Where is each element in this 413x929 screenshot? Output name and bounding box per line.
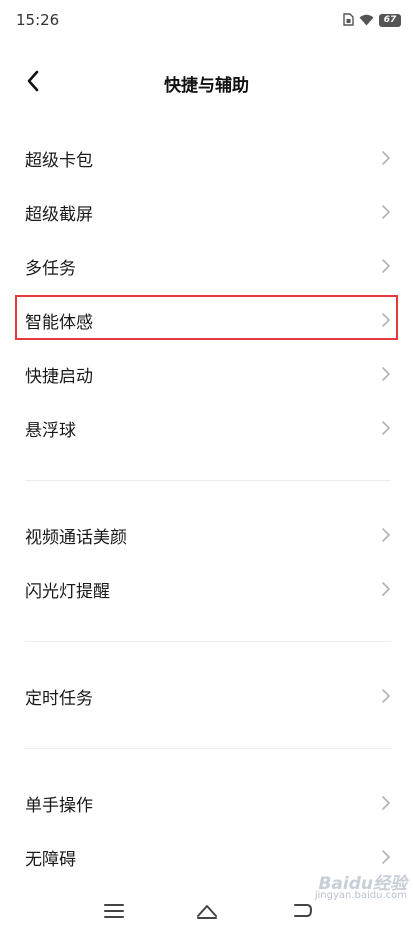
settings-row-floating-ball[interactable]: 悬浮球	[0, 401, 413, 455]
row-label: 单手操作	[25, 796, 93, 816]
home-button[interactable]	[194, 900, 220, 922]
chevron-right-icon	[382, 689, 390, 703]
back-icon	[294, 904, 313, 917]
chevron-right-icon	[382, 259, 390, 273]
settings-row-flash-reminder[interactable]: 闪光灯提醒	[0, 562, 413, 616]
status-icons: 67	[343, 12, 401, 28]
chevron-right-icon	[382, 421, 390, 435]
status-bar: 15:26 67	[0, 0, 413, 40]
row-label: 多任务	[25, 259, 76, 279]
settings-row-scheduled-task[interactable]: 定时任务	[0, 669, 413, 723]
menu-icon	[104, 904, 124, 918]
battery-icon: 67	[379, 13, 401, 27]
header: 快捷与辅助	[0, 58, 413, 106]
row-label: 视频通话美颜	[25, 528, 127, 548]
watermark-url: jingyan.baidu.com	[314, 890, 407, 901]
menu-button[interactable]	[101, 900, 127, 922]
page-title: 快捷与辅助	[164, 76, 249, 96]
section-divider	[25, 748, 391, 749]
settings-row-video-call-beauty[interactable]: 视频通话美颜	[0, 508, 413, 562]
section-divider	[25, 480, 391, 481]
row-label: 快捷启动	[25, 367, 93, 387]
settings-row-multitask[interactable]: 多任务	[0, 239, 413, 293]
row-label: 闪光灯提醒	[25, 582, 110, 602]
section-divider	[25, 641, 391, 642]
chevron-right-icon	[382, 528, 390, 542]
row-label: 无障碍	[25, 850, 76, 870]
chevron-right-icon	[382, 367, 390, 381]
system-back-button[interactable]	[289, 900, 315, 922]
sim-icon	[343, 11, 354, 30]
chevron-right-icon	[382, 205, 390, 219]
home-icon	[197, 905, 217, 919]
row-label: 超级卡包	[25, 151, 93, 171]
chevron-right-icon	[382, 850, 390, 864]
watermark-logo: Baidu经验	[318, 874, 407, 894]
row-label: 定时任务	[25, 689, 93, 709]
settings-row-super-screenshot[interactable]: 超级截屏	[0, 185, 413, 239]
chevron-right-icon	[382, 582, 390, 596]
row-label: 超级截屏	[25, 205, 93, 225]
settings-row-super-card[interactable]: 超级卡包	[0, 131, 413, 185]
row-label: 悬浮球	[25, 421, 76, 441]
highlight-box	[15, 295, 398, 340]
watermark: Baidu经验 jingyan.baidu.com	[314, 874, 407, 902]
status-time: 15:26	[16, 11, 60, 29]
settings-row-one-handed[interactable]: 单手操作	[0, 776, 413, 830]
settings-row-quick-launch[interactable]: 快捷启动	[0, 347, 413, 401]
chevron-right-icon	[382, 151, 390, 165]
chevron-right-icon	[382, 796, 390, 810]
wifi-icon	[359, 11, 374, 30]
